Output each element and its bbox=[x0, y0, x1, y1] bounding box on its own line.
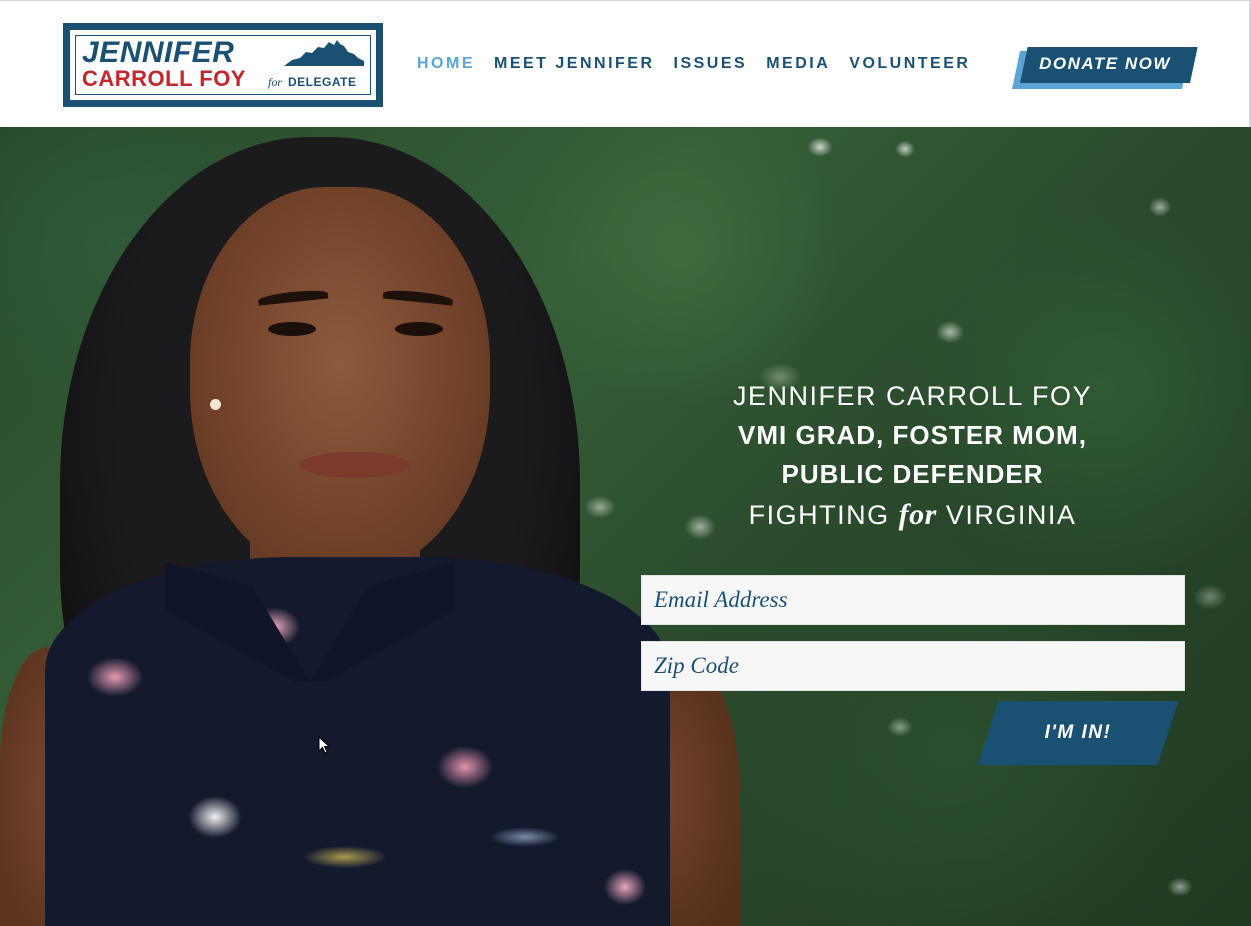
hero-candidate-name: JENNIFER CARROLL FOY bbox=[732, 381, 1093, 411]
donate-button-label: DONATE NOW bbox=[1039, 54, 1171, 73]
hero-section: JENNIFER CARROLL FOY VMI GRAD, FOSTER MO… bbox=[0, 127, 1251, 926]
hero-fighting-line: FIGHTING for VIRGINIA bbox=[690, 494, 1135, 536]
candidate-photo-left-eye bbox=[268, 322, 316, 336]
zip-code-field[interactable] bbox=[641, 641, 1185, 691]
nav-item-issues[interactable]: ISSUES bbox=[674, 53, 748, 75]
hero-headline: JENNIFER CARROLL FOY VMI GRAD, FOSTER MO… bbox=[690, 377, 1135, 536]
logo-last-name: CARROLL FOY bbox=[82, 66, 246, 91]
candidate-photo-right-eye bbox=[395, 322, 443, 336]
hero-tagline-line1: VMI GRAD, FOSTER MOM, bbox=[738, 420, 1087, 450]
campaign-logo[interactable]: JENNIFER CARROLL FOY for DELEGATE bbox=[63, 23, 383, 107]
candidate-photo-earring bbox=[210, 399, 221, 410]
donate-now-button[interactable]: DONATE NOW bbox=[1012, 47, 1198, 89]
email-address-field[interactable] bbox=[641, 575, 1185, 625]
candidate-photo-face bbox=[190, 187, 490, 577]
nav-item-home[interactable]: HOME bbox=[417, 53, 475, 75]
nav-item-meet-jennifer[interactable]: MEET JENNIFER bbox=[494, 53, 655, 75]
virginia-state-icon bbox=[284, 40, 364, 66]
hero-virginia-word: VIRGINIA bbox=[945, 500, 1077, 530]
site-header: JENNIFER CARROLL FOY for DELEGATE HOME M… bbox=[0, 0, 1251, 127]
nav-item-volunteer[interactable]: VOLUNTEER bbox=[849, 53, 970, 75]
hero-tagline-line2: PUBLIC DEFENDER bbox=[781, 459, 1044, 489]
main-nav: HOME MEET JENNIFER ISSUES MEDIA VOLUNTEE… bbox=[417, 53, 970, 75]
hero-for-word: for bbox=[898, 498, 937, 531]
hero-fighting-word: FIGHTING bbox=[748, 500, 890, 530]
nav-item-media[interactable]: MEDIA bbox=[766, 53, 830, 75]
mouse-pointer-icon bbox=[318, 736, 330, 754]
submit-button-label: I'M IN! bbox=[1044, 722, 1112, 743]
logo-delegate-word: DELEGATE bbox=[288, 75, 357, 89]
logo-first-name: JENNIFER bbox=[82, 36, 235, 69]
logo-for-word: for bbox=[268, 75, 283, 89]
candidate-photo-lips bbox=[300, 452, 410, 478]
im-in-submit-button[interactable]: I'M IN! bbox=[977, 701, 1179, 765]
